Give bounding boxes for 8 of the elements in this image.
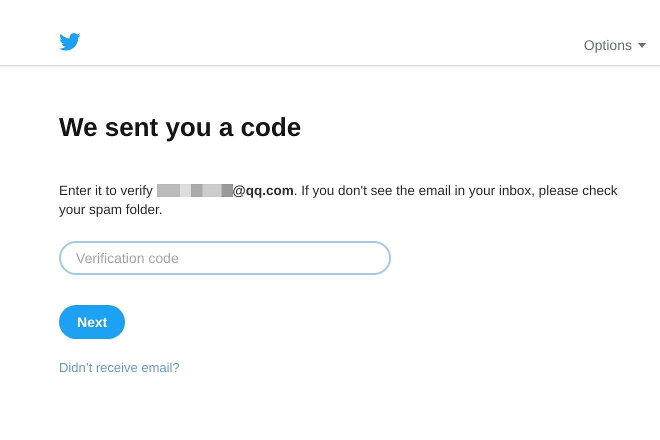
page-heading: We sent you a code <box>59 112 302 143</box>
options-menu[interactable]: Options <box>584 37 646 53</box>
verification-code-field[interactable]: Verification code <box>59 241 391 275</box>
bird-icon[interactable] <box>59 33 81 51</box>
instruction-text: Enter it to verify @qq.com. If you don't see the email in your inbox, please check your spam folder. <box>59 182 618 219</box>
caret-icon <box>638 42 646 48</box>
next-button[interactable]: Next <box>59 305 126 339</box>
resend-email-link[interactable]: Didn’t receive email? <box>59 360 180 375</box>
